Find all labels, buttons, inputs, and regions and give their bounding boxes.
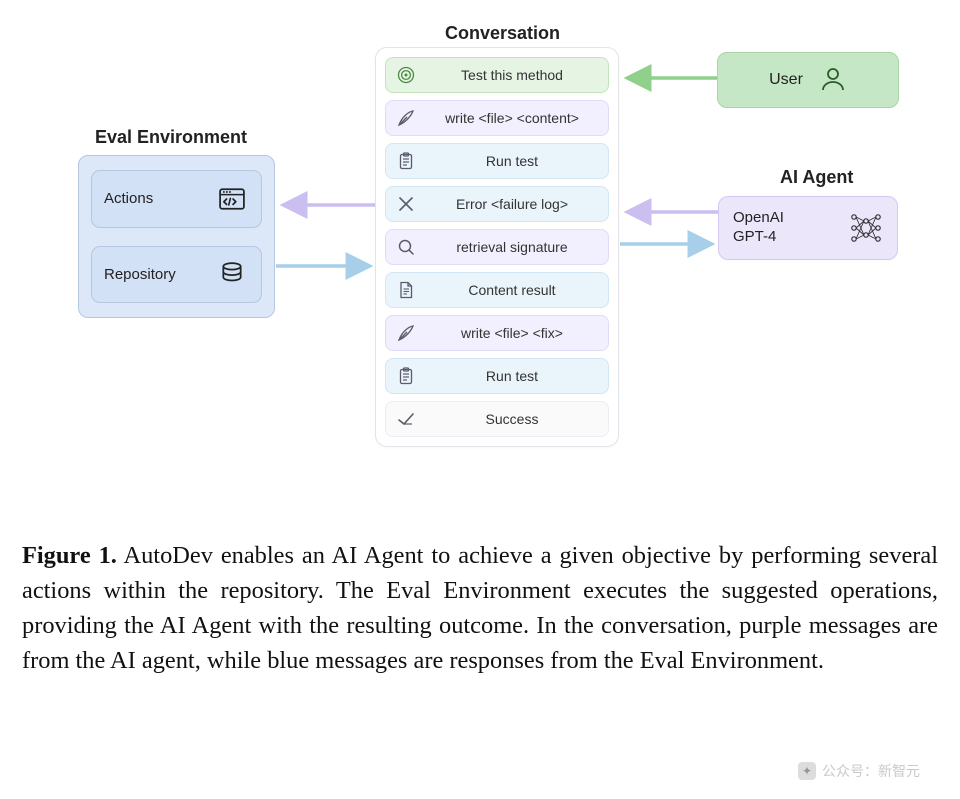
conversation-title: Conversation — [445, 23, 560, 44]
clipboard-icon — [396, 366, 416, 386]
eval-item-label: Actions — [104, 190, 205, 207]
eval-item-repository: Repository — [91, 246, 262, 304]
eval-environment-panel: Actions Repository — [78, 155, 275, 318]
conversation-row: Run test — [385, 358, 609, 394]
conversation-row-text: write <file> <content> — [426, 110, 598, 126]
conversation-row-text: Test this method — [426, 67, 598, 83]
document-icon — [396, 280, 416, 300]
search-icon — [396, 237, 416, 257]
watermark: ✦ 公众号：新智元 — [798, 761, 920, 781]
clipboard-icon — [396, 151, 416, 171]
quill-icon — [396, 108, 416, 128]
user-icon — [819, 66, 847, 94]
conversation-row-text: Content result — [426, 282, 598, 298]
ai-agent-title: AI Agent — [780, 167, 853, 188]
conversation-row: write <file> <fix> — [385, 315, 609, 351]
database-icon — [215, 257, 249, 291]
conversation-row-text: retrieval signature — [426, 239, 598, 255]
conversation-row: write <file> <content> — [385, 100, 609, 136]
target-icon — [396, 65, 416, 85]
x-icon — [396, 194, 416, 214]
conversation-row: Test this method — [385, 57, 609, 93]
conversation-row: Run test — [385, 143, 609, 179]
conversation-row: Error <failure log> — [385, 186, 609, 222]
conversation-row: retrieval signature — [385, 229, 609, 265]
ai-agent-label: OpenAI GPT-4 — [733, 209, 837, 247]
eval-item-label: Repository — [104, 266, 205, 283]
figure-caption-text: AutoDev enables an AI Agent to achieve a… — [22, 542, 938, 674]
conversation-row-text: Run test — [426, 368, 598, 384]
wechat-icon: ✦ — [798, 762, 816, 780]
figure-caption: Figure 1. AutoDev enables an AI Agent to… — [22, 538, 938, 679]
ai-agent-box: OpenAI GPT-4 — [718, 196, 898, 260]
figure-label: Figure 1. — [22, 542, 117, 569]
user-box: User — [717, 52, 899, 108]
conversation-row-text: Run test — [426, 153, 598, 169]
code-window-icon — [215, 182, 249, 216]
watermark-text: 公众号：新智元 — [822, 761, 920, 781]
conversation-row: Content result — [385, 272, 609, 308]
conversation-row: Success — [385, 401, 609, 437]
conversation-row-text: Error <failure log> — [426, 196, 598, 212]
eval-environment-title: Eval Environment — [95, 127, 247, 148]
neural-network-icon — [849, 211, 883, 245]
quill-icon — [396, 323, 416, 343]
conversation-row-text: write <file> <fix> — [426, 325, 598, 341]
diagram-canvas: Eval Environment Conversation AI Agent A… — [0, 0, 960, 520]
conversation-row-text: Success — [426, 411, 598, 427]
user-label: User — [769, 71, 803, 89]
conversation-panel: Test this method write <file> <content> Ru… — [375, 47, 619, 447]
eval-item-actions: Actions — [91, 170, 262, 228]
check-icon — [396, 409, 416, 429]
